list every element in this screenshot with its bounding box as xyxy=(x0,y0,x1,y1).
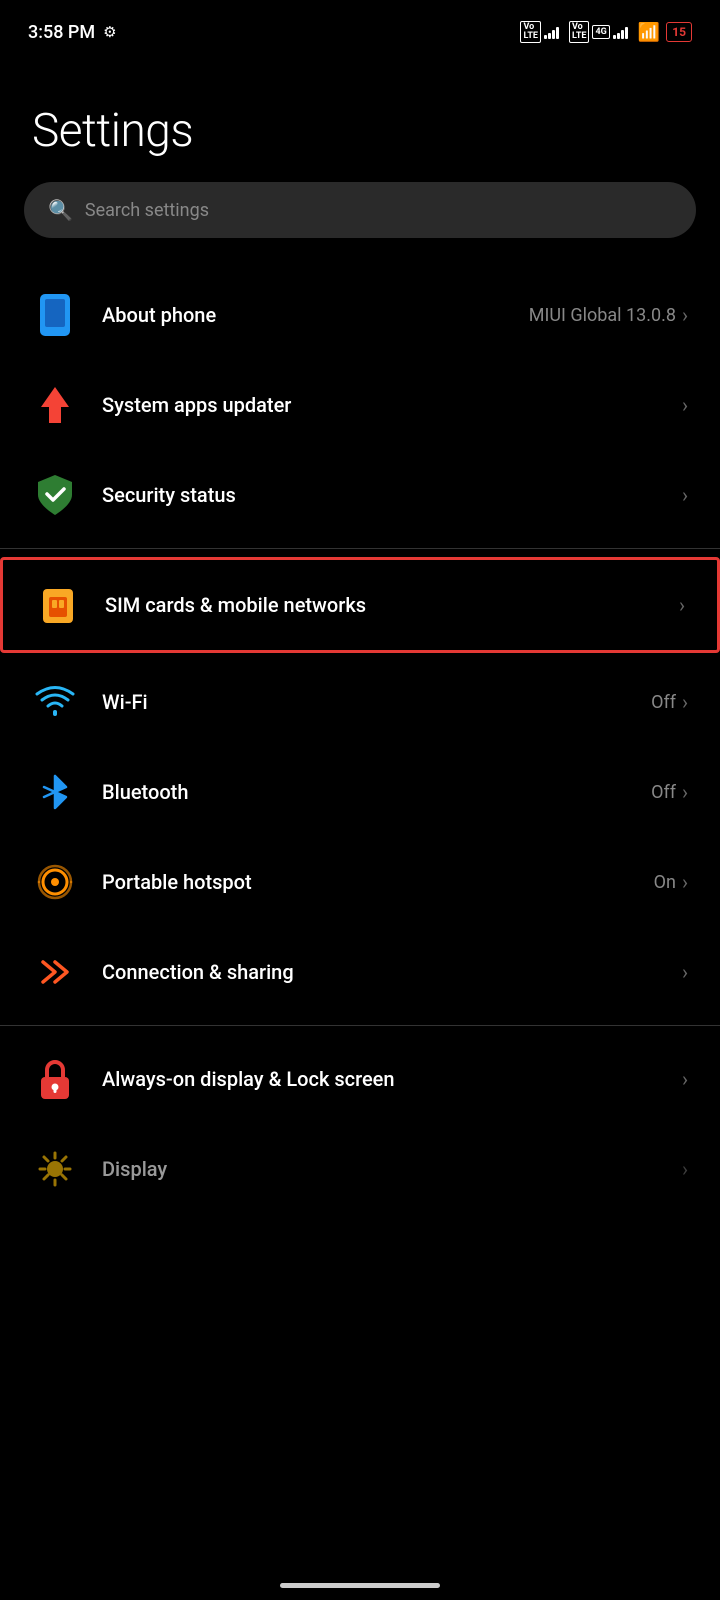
chevron-icon: › xyxy=(682,690,688,714)
battery-icon: 15 xyxy=(666,22,692,42)
bluetooth-right: Off › xyxy=(651,780,688,804)
status-time: 3:58 PM ⚙ xyxy=(28,22,117,43)
sim-cards-icon xyxy=(35,582,81,628)
arrow-up-svg-icon xyxy=(35,383,75,427)
divider-1 xyxy=(0,548,720,549)
portable-hotspot-label: Portable hotspot xyxy=(102,870,252,894)
signal-bars-1 xyxy=(544,25,559,39)
bottom-nav-indicator xyxy=(280,1583,440,1588)
wifi-status-text: Off xyxy=(651,692,676,713)
settings-item-display[interactable]: Display › xyxy=(0,1124,720,1252)
security-status-right: › xyxy=(682,483,688,507)
bluetooth-icon xyxy=(32,769,78,815)
signal-bars-2 xyxy=(613,25,628,39)
chevron-icon: › xyxy=(679,593,685,617)
chevron-icon: › xyxy=(682,1157,688,1181)
search-placeholder: Search settings xyxy=(85,200,209,221)
chevron-icon: › xyxy=(682,960,688,984)
chevron-icon: › xyxy=(682,870,688,894)
status-icons: VoLTE VoLTE 4G 📶 15 xyxy=(520,21,692,43)
always-on-display-label: Always-on display & Lock screen xyxy=(102,1066,395,1092)
security-status-label: Security status xyxy=(102,483,236,507)
settings-item-wifi[interactable]: Wi-Fi Off › xyxy=(0,657,720,747)
display-label: Display xyxy=(102,1157,167,1181)
system-apps-right: › xyxy=(682,393,688,417)
display-icon xyxy=(32,1146,78,1192)
bluetooth-status-text: Off xyxy=(651,782,676,803)
always-on-display-right: › xyxy=(682,1067,688,1091)
shield-svg-icon xyxy=(34,473,76,517)
settings-item-portable-hotspot[interactable]: Portable hotspot On › xyxy=(0,837,720,927)
sim-cards-content: SIM cards & mobile networks › xyxy=(105,593,685,617)
divider-2 xyxy=(0,1025,720,1026)
miui-version: MIUI Global 13.0.8 xyxy=(529,305,676,326)
bluetooth-label: Bluetooth xyxy=(102,780,188,804)
bluetooth-svg-icon xyxy=(34,770,76,814)
phone-svg-icon xyxy=(37,293,73,337)
settings-item-security-status[interactable]: Security status › xyxy=(0,450,720,540)
settings-item-about-phone[interactable]: About phone MIUI Global 13.0.8 › xyxy=(0,270,720,360)
connection-sharing-label: Connection & sharing xyxy=(102,960,294,984)
bluetooth-content: Bluetooth Off › xyxy=(102,780,688,804)
system-apps-updater-icon xyxy=(32,382,78,428)
chevron-icon: › xyxy=(682,483,688,507)
security-status-icon xyxy=(32,472,78,518)
settings-item-system-apps-updater[interactable]: System apps updater › xyxy=(0,360,720,450)
search-icon: 🔍 xyxy=(48,198,73,222)
wifi-svg-icon xyxy=(34,680,76,724)
portable-hotspot-right: On › xyxy=(654,870,688,894)
time-text: 3:58 PM xyxy=(28,22,95,43)
settings-item-connection-sharing[interactable]: Connection & sharing › xyxy=(0,927,720,1017)
search-bar[interactable]: 🔍 Search settings xyxy=(24,182,696,238)
gear-icon: ⚙ xyxy=(103,23,116,41)
security-status-content: Security status › xyxy=(102,483,688,507)
display-right: › xyxy=(682,1157,688,1181)
chevron-icon: › xyxy=(682,303,688,327)
connection-sharing-content: Connection & sharing › xyxy=(102,960,688,984)
hotspot-status-text: On xyxy=(654,872,676,893)
wifi-icon xyxy=(32,679,78,725)
wifi-status-icon: 📶 xyxy=(638,22,660,43)
page-title: Settings xyxy=(0,56,720,182)
sim-cards-label: SIM cards & mobile networks xyxy=(105,593,366,617)
chevron-icon: › xyxy=(682,780,688,804)
settings-item-always-on-display[interactable]: Always-on display & Lock screen › xyxy=(0,1034,720,1124)
settings-item-sim-cards[interactable]: SIM cards & mobile networks › xyxy=(0,557,720,653)
signal-group-1: VoLTE xyxy=(520,21,559,43)
connection-sharing-icon xyxy=(32,949,78,995)
display-content: Display › xyxy=(102,1157,688,1181)
status-bar: 3:58 PM ⚙ VoLTE VoLTE 4G 📶 15 xyxy=(0,0,720,56)
sim-cards-right: › xyxy=(679,593,685,617)
about-phone-content: About phone MIUI Global 13.0.8 › xyxy=(102,303,688,327)
settings-list: About phone MIUI Global 13.0.8 › System … xyxy=(0,270,720,1252)
lock-svg-icon xyxy=(35,1057,75,1101)
always-on-display-icon xyxy=(32,1056,78,1102)
display-svg-icon xyxy=(34,1147,76,1191)
wifi-right: Off › xyxy=(651,690,688,714)
system-apps-label: System apps updater xyxy=(102,393,291,417)
system-apps-content: System apps updater › xyxy=(102,393,688,417)
chevron-icon: › xyxy=(682,393,688,417)
volte-badge-1: VoLTE xyxy=(520,21,541,43)
chevron-icon: › xyxy=(682,1067,688,1091)
sim-svg-icon xyxy=(39,583,77,627)
settings-item-bluetooth[interactable]: Bluetooth Off › xyxy=(0,747,720,837)
always-on-display-content: Always-on display & Lock screen › xyxy=(102,1066,688,1092)
about-phone-label: About phone xyxy=(102,303,216,327)
about-phone-right: MIUI Global 13.0.8 › xyxy=(529,303,688,327)
connection-sharing-right: › xyxy=(682,960,688,984)
portable-hotspot-content: Portable hotspot On › xyxy=(102,870,688,894)
about-phone-icon xyxy=(32,292,78,338)
hotspot-svg-icon xyxy=(33,860,77,904)
wifi-content: Wi-Fi Off › xyxy=(102,690,688,714)
4g-badge: 4G xyxy=(592,25,609,39)
wifi-label: Wi-Fi xyxy=(102,690,148,714)
connection-svg-icon xyxy=(33,950,77,994)
portable-hotspot-icon xyxy=(32,859,78,905)
volte-badge-2: VoLTE xyxy=(569,21,590,43)
signal-group-2: VoLTE 4G xyxy=(569,21,628,43)
